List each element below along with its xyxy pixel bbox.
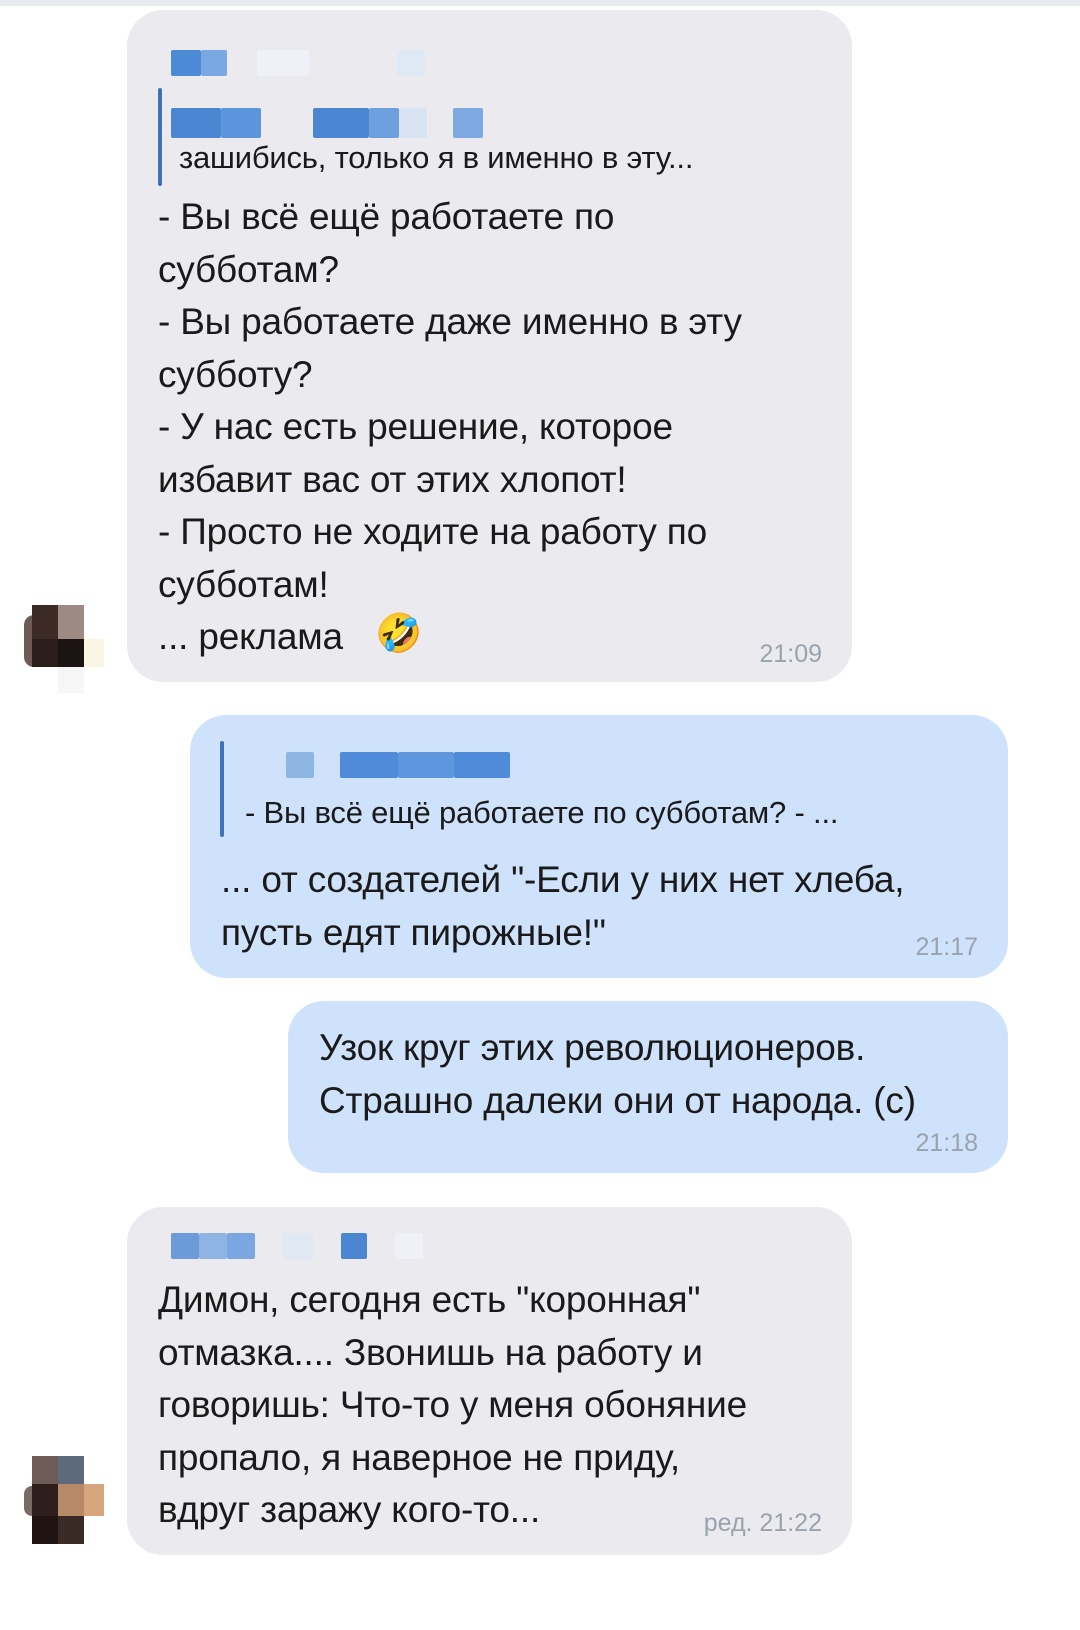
message-text: Узок круг этих революционеров. Страшно д… bbox=[319, 1027, 916, 1121]
message-time: 21:09 bbox=[759, 640, 822, 668]
quoted-text: - Вы всё ещё работаете по субботам? - ..… bbox=[245, 795, 839, 830]
message-bubble-outgoing[interactable]: Узок круг этих революционеров. Страшно д… bbox=[288, 1001, 1008, 1173]
message-text: ... от создателей "-Если у них нет хлеба… bbox=[221, 859, 905, 953]
sender-avatar[interactable] bbox=[20, 605, 116, 701]
message-time: 21:17 bbox=[915, 933, 978, 961]
message-bubble-incoming[interactable]: Димон, сегодня есть "коронная" отмазка..… bbox=[127, 1207, 852, 1555]
quote-bar bbox=[158, 88, 162, 186]
message-text: - Вы всё ещё работаете по субботам? - Вы… bbox=[158, 196, 742, 657]
message-bubble-incoming[interactable]: зашибись, только я в именно в эту... - В… bbox=[127, 10, 852, 682]
message-bubble-outgoing[interactable]: - Вы всё ещё работаете по субботам? - ..… bbox=[190, 715, 1008, 978]
quoted-text: зашибись, только я в именно в эту... bbox=[179, 140, 694, 175]
sender-avatar[interactable] bbox=[20, 1456, 116, 1552]
top-divider bbox=[0, 0, 1080, 6]
message-text: Димон, сегодня есть "коронная" отмазка..… bbox=[158, 1279, 747, 1530]
message-time: 21:18 bbox=[915, 1129, 978, 1157]
laughing-emoji-icon: 🤣 bbox=[375, 613, 423, 655]
message-time: ред. 21:22 bbox=[703, 1509, 822, 1537]
quote-bar bbox=[220, 741, 224, 837]
